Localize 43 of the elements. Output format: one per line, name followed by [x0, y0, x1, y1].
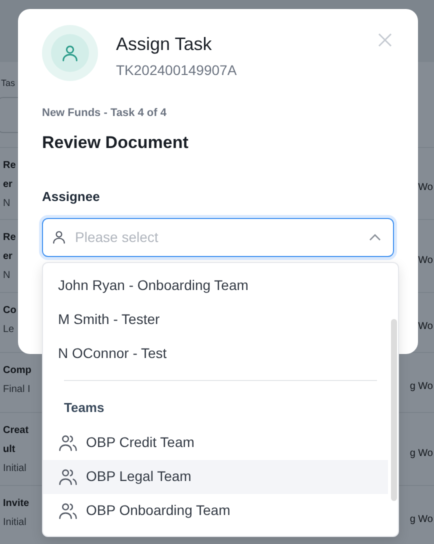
dropdown-option[interactable]: OBP Legal Team [43, 460, 388, 494]
status-text: g Wo [410, 380, 433, 394]
status-text: Wo [418, 254, 433, 268]
status-text: Wo [418, 320, 433, 334]
status-text: g Wo [410, 513, 433, 527]
status-text: Wo [418, 181, 433, 195]
select-placeholder: Please select [75, 228, 158, 246]
task-text: Comp [3, 364, 32, 378]
chevron-up-icon [369, 233, 381, 241]
dialog-title: Assign Task [116, 33, 213, 56]
task-text: Creat [3, 424, 29, 438]
people-icon [58, 502, 78, 520]
task-text: Initial [3, 516, 26, 530]
breadcrumb: New Funds - Task 4 of 4 [42, 106, 168, 121]
task-text: Re [3, 159, 16, 173]
dropdown-option[interactable]: M Smith - Tester [43, 302, 388, 336]
close-icon[interactable] [378, 33, 392, 47]
task-text: ult [3, 443, 16, 457]
task-text: Invite [3, 497, 30, 511]
group-heading: Teams [63, 399, 106, 417]
field-label: Assignee [42, 188, 101, 206]
task-id: TK202400149907A [116, 61, 237, 80]
people-icon [58, 468, 78, 486]
task-text: N [3, 269, 10, 283]
task-text: Re [3, 231, 16, 245]
task-text: Le [3, 323, 14, 337]
task-text: Initial [3, 462, 26, 476]
task-text: N [3, 197, 10, 211]
task-heading: Review Document [42, 132, 190, 154]
people-icon [58, 434, 78, 452]
scrollbar[interactable] [391, 319, 397, 501]
task-text: er [3, 250, 12, 264]
dropdown-option[interactable]: OBP Credit Team [43, 426, 388, 460]
status-text: g Wo [410, 446, 433, 460]
task-text: er [3, 178, 12, 192]
person-icon [51, 228, 67, 246]
filter-label: Tas [1, 77, 16, 90]
dropdown-option[interactable]: John Ryan - Onboarding Team [43, 268, 388, 302]
dropdown-option[interactable]: OBP Onboarding Team [43, 494, 388, 528]
task-text: Co [3, 304, 16, 318]
dropdown-option[interactable]: N OConnor - Test [43, 336, 388, 370]
task-text: Final I [3, 383, 30, 397]
person-icon [60, 43, 80, 63]
